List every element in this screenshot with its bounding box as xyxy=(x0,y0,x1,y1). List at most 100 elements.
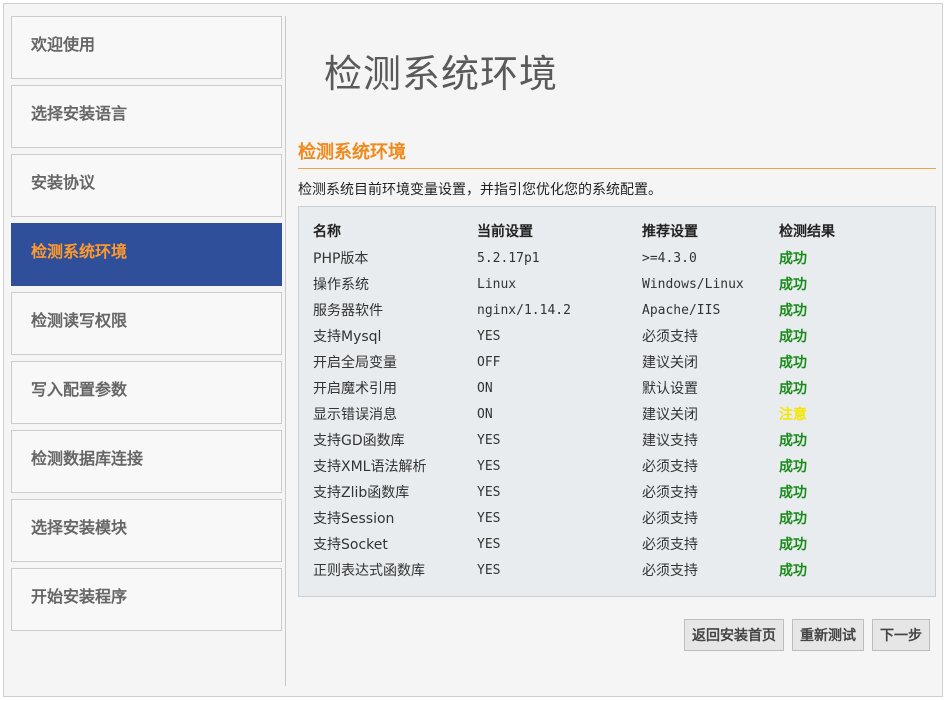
step-write-config[interactable]: 写入配置参数 xyxy=(11,361,282,424)
cell-recommended: 必须支持 xyxy=(642,485,698,501)
cell-name: 支持Zlib函数库 xyxy=(313,485,410,501)
environment-check-table: 名称 当前设置 推荐设置 检测结果 PHP版本 5.2.17p1 >=4.3.0… xyxy=(313,217,899,583)
cell-current: OFF xyxy=(477,354,501,370)
cell-name: 支持Socket xyxy=(313,537,388,553)
step-label: 选择安装语言 xyxy=(31,104,128,123)
cell-result: 成功 xyxy=(779,303,807,319)
cell-result: 成功 xyxy=(779,355,807,371)
cell-name: 支持Mysql xyxy=(313,329,382,345)
table-row: PHP版本 5.2.17p1 >=4.3.0 成功 xyxy=(313,245,899,271)
section-title: 检测系统环境 xyxy=(298,138,936,169)
cell-recommended: 必须支持 xyxy=(642,511,698,527)
cell-result: 成功 xyxy=(779,459,807,475)
cell-result: 成功 xyxy=(779,537,807,553)
cell-name: 支持Session xyxy=(313,511,395,527)
cell-recommended: Apache/IIS xyxy=(642,302,721,318)
step-label: 写入配置参数 xyxy=(31,380,128,399)
next-step-button[interactable]: 下一步 xyxy=(872,619,930,651)
cell-name: 操作系统 xyxy=(313,277,369,293)
step-label: 选择安装模块 xyxy=(31,518,128,537)
cell-current: YES xyxy=(477,510,501,526)
table-row: 正则表达式函数库 YES 必须支持 成功 xyxy=(313,557,899,583)
cell-current: nginx/1.14.2 xyxy=(477,302,571,318)
table-row: 支持Mysql YES 必须支持 成功 xyxy=(313,323,899,349)
cell-recommended: 默认设置 xyxy=(642,381,698,397)
cell-name: 正则表达式函数库 xyxy=(313,563,425,579)
cell-name: 支持XML语法解析 xyxy=(313,459,427,475)
cell-current: Linux xyxy=(477,276,517,292)
step-label: 开始安装程序 xyxy=(31,587,128,606)
cell-name: 开启全局变量 xyxy=(313,355,397,371)
cell-name: PHP版本 xyxy=(313,251,369,267)
cell-result: 成功 xyxy=(779,277,807,293)
col-header-name: 名称 xyxy=(313,224,341,240)
cell-name: 服务器软件 xyxy=(313,303,383,319)
action-buttons: 返回安装首页 重新测试 下一步 xyxy=(684,619,930,651)
table-row: 支持GD函数库 YES 建议支持 成功 xyxy=(313,427,899,453)
table-header-row: 名称 当前设置 推荐设置 检测结果 xyxy=(313,217,899,245)
cell-current: ON xyxy=(477,406,493,422)
step-start-install[interactable]: 开始安装程序 xyxy=(11,568,282,631)
cell-recommended: >=4.3.0 xyxy=(642,250,697,266)
table-row: 开启全局变量 OFF 建议关闭 成功 xyxy=(313,349,899,375)
step-check-database[interactable]: 检测数据库连接 xyxy=(11,430,282,493)
cell-name: 支持GD函数库 xyxy=(313,433,405,449)
step-label: 检测数据库连接 xyxy=(31,449,144,468)
table-row: 开启魔术引用 ON 默认设置 成功 xyxy=(313,375,899,401)
table-row: 支持Session YES 必须支持 成功 xyxy=(313,505,899,531)
step-label: 安装协议 xyxy=(31,173,96,192)
main-content: 检测系统环境 检测系统环境 检测系统目前环境变量设置，并指引您优化您的系统配置。… xyxy=(298,16,936,597)
cell-current: 5.2.17p1 xyxy=(477,250,540,266)
step-welcome[interactable]: 欢迎使用 xyxy=(11,16,282,79)
cell-recommended: Windows/Linux xyxy=(642,276,744,292)
table-row: 支持XML语法解析 YES 必须支持 成功 xyxy=(313,453,899,479)
cell-current: YES xyxy=(477,328,501,344)
step-license[interactable]: 安装协议 xyxy=(11,154,282,217)
step-check-environment[interactable]: 检测系统环境 xyxy=(11,223,282,286)
cell-recommended: 必须支持 xyxy=(642,329,698,345)
installer-window: 欢迎使用 选择安装语言 安装协议 检测系统环境 检测读写权限 写入配置参数 检测… xyxy=(3,3,943,697)
cell-current: YES xyxy=(477,562,501,578)
cell-recommended: 建议关闭 xyxy=(642,355,698,371)
cell-name: 开启魔术引用 xyxy=(313,381,397,397)
cell-recommended: 建议关闭 xyxy=(642,407,698,423)
cell-current: YES xyxy=(477,484,501,500)
cell-result-warning: 注意 xyxy=(779,407,807,423)
step-check-permissions[interactable]: 检测读写权限 xyxy=(11,292,282,355)
environment-check-panel: 名称 当前设置 推荐设置 检测结果 PHP版本 5.2.17p1 >=4.3.0… xyxy=(298,206,936,597)
cell-name: 显示错误消息 xyxy=(313,407,397,423)
page-title: 检测系统环境 xyxy=(324,52,559,96)
cell-recommended: 必须支持 xyxy=(642,459,698,475)
back-to-home-button[interactable]: 返回安装首页 xyxy=(684,619,784,651)
cell-result: 成功 xyxy=(779,511,807,527)
cell-recommended: 建议支持 xyxy=(642,433,698,449)
cell-result: 成功 xyxy=(779,563,807,579)
cell-recommended: 必须支持 xyxy=(642,563,698,579)
cell-result: 成功 xyxy=(779,433,807,449)
col-header-current: 当前设置 xyxy=(477,224,533,240)
cell-result: 成功 xyxy=(779,329,807,345)
install-steps-sidebar: 欢迎使用 选择安装语言 安装协议 检测系统环境 检测读写权限 写入配置参数 检测… xyxy=(11,16,282,637)
sidebar-divider xyxy=(285,16,286,686)
step-label: 检测系统环境 xyxy=(31,242,128,261)
cell-current: ON xyxy=(477,380,493,396)
cell-result: 成功 xyxy=(779,251,807,267)
table-row: 支持Zlib函数库 YES 必须支持 成功 xyxy=(313,479,899,505)
cell-current: YES xyxy=(477,432,501,448)
table-row: 操作系统 Linux Windows/Linux 成功 xyxy=(313,271,899,297)
cell-current: YES xyxy=(477,536,501,552)
col-header-recommended: 推荐设置 xyxy=(642,224,698,240)
step-label: 欢迎使用 xyxy=(31,35,96,54)
cell-result: 成功 xyxy=(779,381,807,397)
table-row: 显示错误消息 ON 建议关闭 注意 xyxy=(313,401,899,427)
step-label: 检测读写权限 xyxy=(31,311,128,330)
retest-button[interactable]: 重新测试 xyxy=(792,619,864,651)
col-header-result: 检测结果 xyxy=(779,224,835,240)
cell-result: 成功 xyxy=(779,485,807,501)
step-select-language[interactable]: 选择安装语言 xyxy=(11,85,282,148)
step-select-modules[interactable]: 选择安装模块 xyxy=(11,499,282,562)
cell-recommended: 必须支持 xyxy=(642,537,698,553)
section-description: 检测系统目前环境变量设置，并指引您优化您的系统配置。 xyxy=(298,182,662,198)
table-row: 支持Socket YES 必须支持 成功 xyxy=(313,531,899,557)
table-row: 服务器软件 nginx/1.14.2 Apache/IIS 成功 xyxy=(313,297,899,323)
